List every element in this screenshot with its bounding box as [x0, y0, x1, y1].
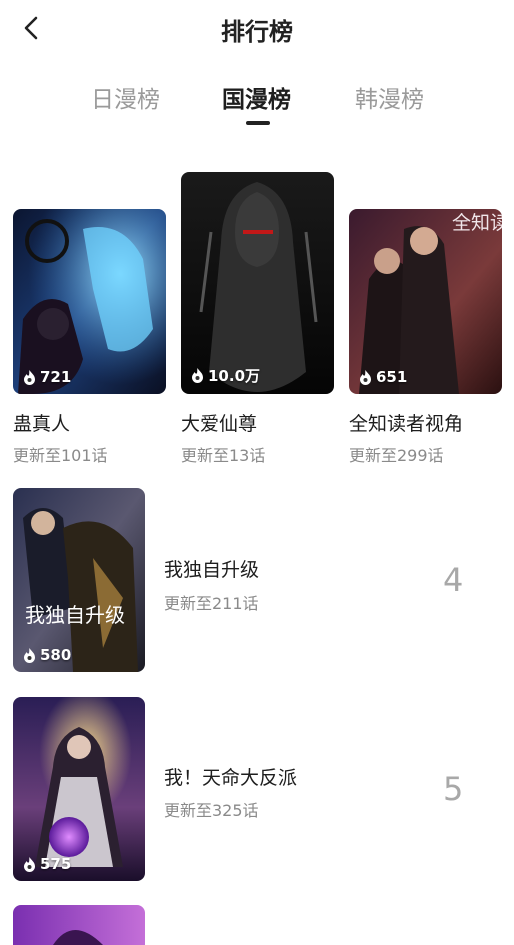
- cover-art-image: [13, 697, 145, 881]
- flame-icon: [24, 647, 35, 663]
- comic-title[interactable]: 蛊真人: [13, 409, 70, 436]
- cover-rank-3[interactable]: 全知读者视角 651: [349, 209, 502, 394]
- flame-icon: [24, 369, 35, 385]
- comic-title[interactable]: 大爱仙尊: [181, 409, 257, 436]
- tab-korean-manga[interactable]: 韩漫榜: [355, 80, 424, 114]
- heat-badge: 10.0万: [191, 365, 260, 386]
- comic-update: 更新至13话: [181, 446, 266, 465]
- rank-number: 5: [443, 770, 464, 808]
- comic-title[interactable]: 我独自升级: [164, 555, 259, 582]
- page-title: 排行榜: [221, 18, 293, 46]
- cover-art-image: [181, 172, 334, 394]
- cover-rank-2[interactable]: 721: [13, 209, 166, 394]
- cover-art-image: [13, 209, 166, 394]
- heat-badge: 580: [23, 646, 71, 664]
- heat-count: 721: [40, 368, 72, 386]
- heat-badge: 575: [23, 855, 71, 873]
- comic-update: 更新至211话: [164, 594, 259, 613]
- cover-art-image: 全知读者视角: [349, 209, 502, 394]
- tab-chinese-manga[interactable]: 国漫榜: [222, 80, 291, 114]
- cover-rank-1[interactable]: 10.0万: [181, 172, 334, 394]
- tab-japanese-manga[interactable]: 日漫榜: [91, 80, 160, 114]
- cover-rank-4[interactable]: 我独自升级 580: [13, 488, 145, 672]
- cover-art-image: [13, 905, 145, 945]
- comic-update: 更新至101话: [13, 446, 108, 465]
- header: 排行榜: [0, 0, 514, 60]
- rank-number: 4: [443, 561, 464, 599]
- cover-art-image: 我独自升级: [13, 488, 145, 672]
- cover-rank-5[interactable]: 575: [13, 697, 145, 881]
- comic-title[interactable]: 全知读者视角: [349, 409, 463, 436]
- flame-icon: [192, 368, 203, 383]
- heat-badge: 721: [23, 368, 71, 386]
- heat-count: 10.0万: [208, 367, 261, 385]
- comic-update: 更新至299话: [349, 446, 444, 465]
- heat-count: 651: [376, 368, 408, 386]
- heat-count: 580: [40, 646, 72, 664]
- heat-badge: 651: [359, 368, 407, 386]
- flame-icon: [360, 369, 371, 385]
- active-tab-indicator: [246, 121, 270, 125]
- flame-icon: [24, 856, 35, 872]
- heat-count: 575: [40, 855, 72, 873]
- cover-rank-6-partial[interactable]: [13, 905, 145, 945]
- comic-title[interactable]: 我！天命大反派: [164, 763, 297, 790]
- cover-title-art: 全知读者视角: [452, 212, 502, 234]
- cover-title-art: 我独自升级: [25, 603, 125, 627]
- comic-update: 更新至325话: [164, 801, 259, 820]
